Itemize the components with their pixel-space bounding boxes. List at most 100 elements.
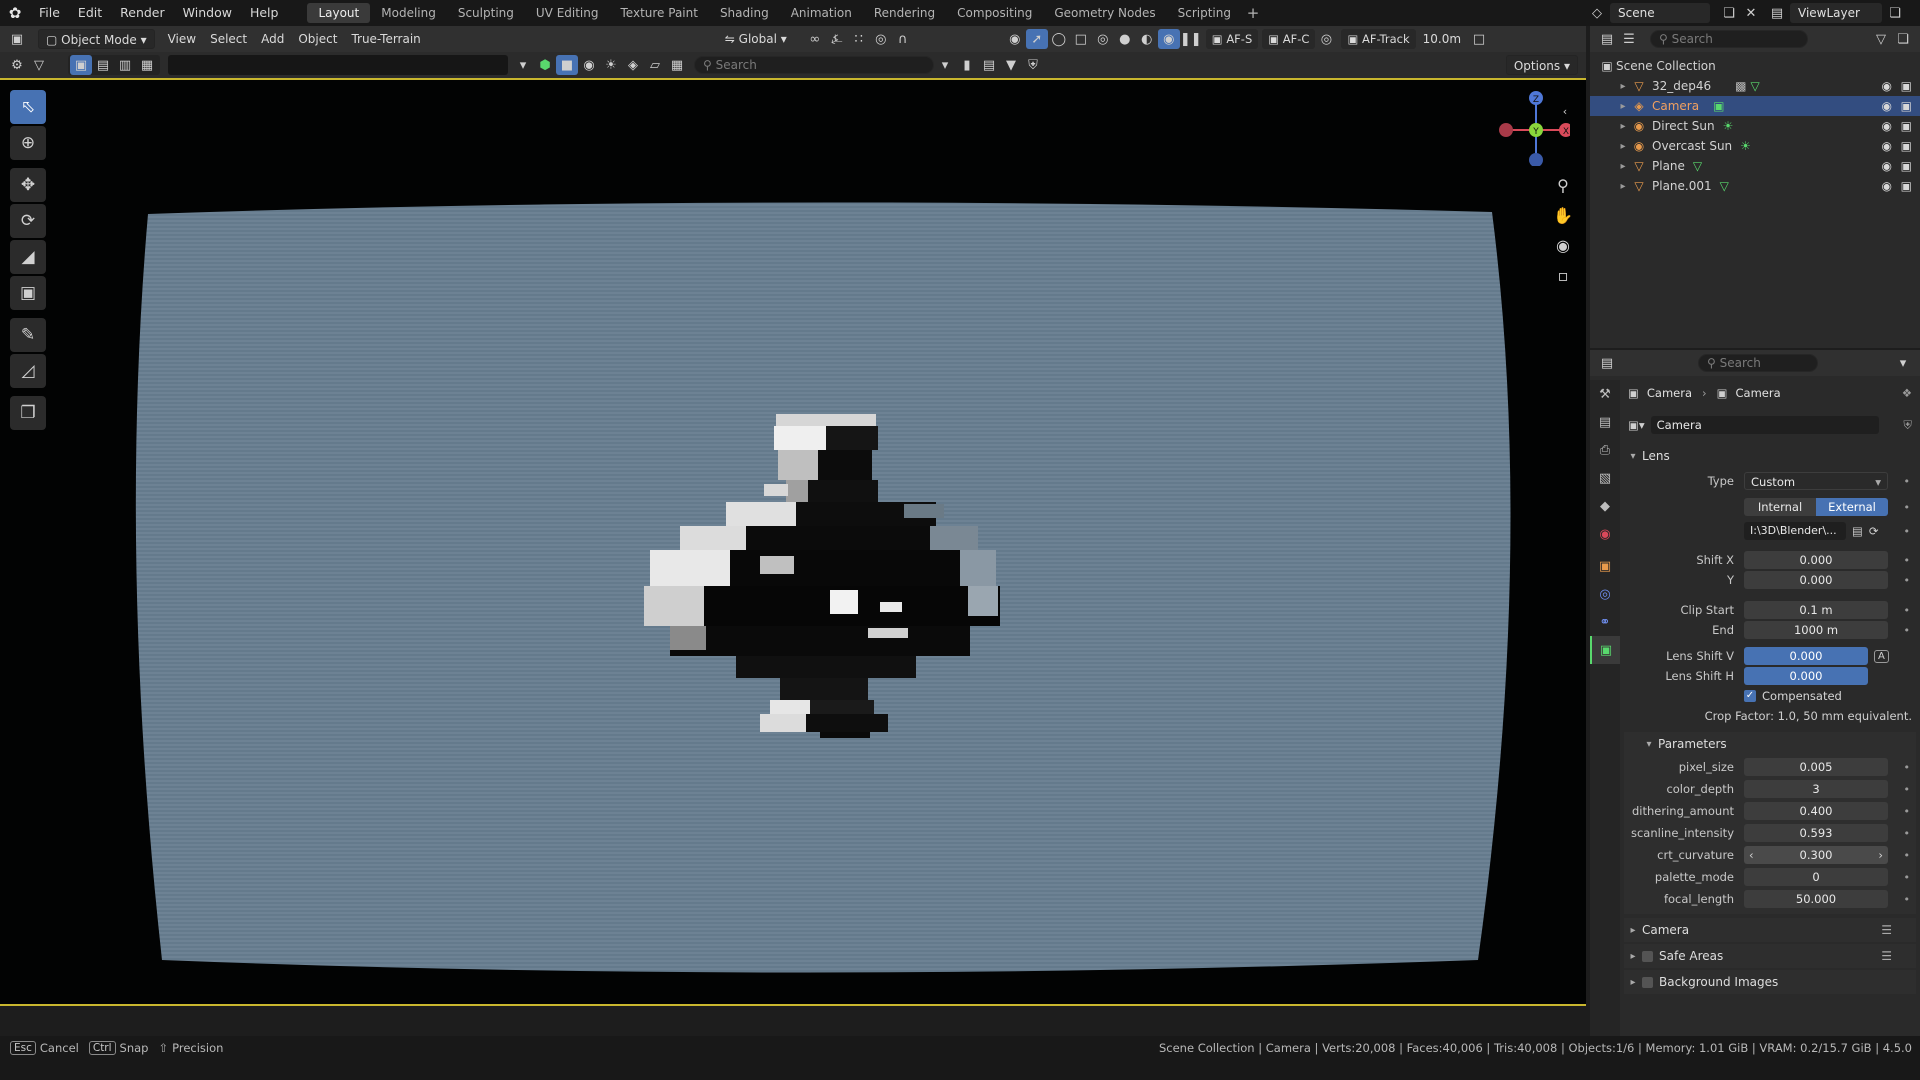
zoom-icon[interactable]: ⚲ (1550, 172, 1576, 198)
shading-rendered-icon[interactable]: ◉ (1157, 29, 1180, 49)
clip-end-field[interactable]: 1000 m (1744, 621, 1888, 639)
add-cube-tool-icon[interactable]: ❐ (10, 396, 46, 430)
delete-scene-icon[interactable]: ✕ (1740, 3, 1762, 23)
menu-view[interactable]: View (161, 29, 203, 49)
presets-icon[interactable]: ☰ (1881, 923, 1892, 937)
visibility-eye-icon[interactable]: ◉ (1882, 99, 1892, 113)
menu-render[interactable]: Render (111, 0, 174, 26)
external-button[interactable]: External (1816, 498, 1888, 516)
param-field[interactable]: 0 (1744, 868, 1888, 886)
filter-empty-icon[interactable]: ▱ (644, 55, 666, 75)
display-mode-icon[interactable]: ☰ (1618, 29, 1640, 49)
scene-icon[interactable]: ◇ (1586, 3, 1608, 23)
camera-data-icon[interactable]: ▣▾ (1628, 418, 1645, 432)
funnel-icon[interactable]: ▼ (1000, 55, 1022, 75)
increment-arrow-icon[interactable]: › (1878, 846, 1883, 864)
select-new-icon[interactable]: ▣ (70, 55, 92, 75)
select-extend-icon[interactable]: ▤ (92, 55, 114, 75)
filter-icon[interactable]: ▽ (28, 55, 50, 75)
expand-arrow-icon[interactable]: ▸ (1616, 161, 1630, 172)
parameters-section-header[interactable]: ▾ Parameters (1624, 732, 1916, 756)
search-dropdown-icon[interactable]: ▾ (934, 55, 956, 75)
scene-collection-row[interactable]: ▣ Scene Collection (1590, 56, 1920, 76)
new-view-layer-icon[interactable]: ❏ (1884, 3, 1906, 23)
collapse-arrow-icon[interactable]: ‹ (1552, 98, 1578, 124)
properties-search-input[interactable]: ⚲ Search (1698, 354, 1818, 372)
visibility-eye-icon[interactable]: ◉ (1882, 79, 1892, 93)
view-layer-selector[interactable]: ViewLayer (1790, 3, 1882, 23)
measure-tool-icon[interactable]: ◿ (10, 354, 46, 388)
keyframe-dot-icon[interactable]: • (1904, 525, 1911, 538)
param-field[interactable]: 0.593 (1744, 824, 1888, 842)
reload-icon[interactable]: ⟳ (1869, 524, 1879, 538)
cursor-tool-icon[interactable]: ⊕ (10, 126, 46, 160)
menu-true-terrain[interactable]: True-Terrain (344, 29, 427, 49)
safe-areas-checkbox[interactable] (1642, 950, 1653, 962)
select-subtract-icon[interactable]: ▥ (114, 55, 136, 75)
snap-icon[interactable]: ⍼ (826, 29, 848, 49)
keyframe-dot-icon[interactable]: • (1904, 501, 1911, 514)
options-button[interactable]: Options ▾ (1505, 55, 1578, 75)
compensated-checkbox[interactable]: ✓ (1744, 690, 1756, 702)
xray-icon[interactable]: □ (1070, 29, 1092, 49)
tab-tool-icon[interactable]: ⚒ (1590, 380, 1620, 408)
auto-a-button[interactable]: A (1874, 649, 1889, 663)
outliner-search-input[interactable]: ⚲ Search (1650, 30, 1808, 48)
view-layer-icon[interactable]: ▤ (1766, 3, 1788, 23)
lens-shift-h-field[interactable]: 0.000 (1744, 667, 1868, 685)
outliner-filter-icon[interactable]: ▽ (1870, 29, 1892, 49)
pan-hand-icon[interactable]: ✋ (1550, 202, 1576, 228)
lens-shift-v-field[interactable]: 0.000 (1744, 647, 1868, 665)
view-options-icon[interactable]: ▤ (978, 55, 1000, 75)
menu-edit[interactable]: Edit (69, 0, 111, 26)
transform-tool-icon[interactable]: ▣ (10, 276, 46, 310)
visibility-eye-icon[interactable]: ◉ (1882, 119, 1892, 133)
visibility-eye-icon[interactable]: ◉ (1882, 179, 1892, 193)
blender-logo-icon[interactable]: ✿ (0, 0, 30, 26)
3d-viewport[interactable]: ⬁ ⊕ ✥ ⟳ ◢ ▣ ✎ ◿ ❐ Z X Y ‹ ⚲ ✋ ◉ ▫ (0, 78, 1586, 1006)
filter-camera-icon[interactable]: ◈ (622, 55, 644, 75)
render-camera-icon[interactable]: ▣ (1901, 139, 1912, 153)
render-camera-icon[interactable]: ▣ (1901, 159, 1912, 173)
object-type-icon[interactable]: ⬢ (534, 55, 556, 75)
shift-y-field[interactable]: 0.000 (1744, 571, 1888, 589)
new-scene-icon[interactable]: ❏ (1718, 3, 1740, 23)
keyframe-dot-icon[interactable]: • (1904, 604, 1911, 617)
bookmark-icon[interactable]: ▮ (956, 55, 978, 75)
overlay-icon[interactable]: ◯ (1048, 29, 1070, 49)
new-collection-icon[interactable]: ❏ (1892, 29, 1914, 49)
gizmo-toggle-icon[interactable]: ➚ (1025, 29, 1048, 49)
pin-icon[interactable]: ❖ (1902, 386, 1912, 400)
shading-material-icon[interactable]: ◐ (1136, 29, 1158, 49)
transform-orientation-selector[interactable]: ⇋ Global ▾ (718, 29, 794, 49)
background-images-checkbox[interactable] (1642, 976, 1653, 988)
render-camera-icon[interactable]: ▣ (1901, 99, 1912, 113)
param-field[interactable]: 0.005 (1744, 758, 1888, 776)
shield-icon[interactable]: ⛨ (1022, 55, 1044, 75)
tab-camera-data-icon[interactable]: ▣ (1590, 636, 1620, 664)
tab-view-layer-icon[interactable]: ▧ (1590, 464, 1620, 492)
expand-arrow-icon[interactable]: ▸ (1616, 81, 1630, 92)
visibility-icon[interactable]: ◉ (1004, 29, 1026, 49)
properties-editor-icon[interactable]: ▤ (1596, 353, 1618, 373)
af-s-button[interactable]: ▣ AF-S (1205, 29, 1259, 49)
menu-help[interactable]: Help (241, 0, 288, 26)
filter-curve-icon[interactable]: ◉ (578, 55, 600, 75)
menu-window[interactable]: Window (174, 0, 241, 26)
outliner-item-32-dep46[interactable]: ▸ ▽ 32_dep46 ▩ ▽ ◉ ▣ (1590, 76, 1920, 96)
keyframe-dot-icon[interactable]: • (1904, 761, 1911, 774)
rotate-tool-icon[interactable]: ⟳ (10, 204, 46, 238)
keyframe-dot-icon[interactable]: • (1904, 783, 1911, 796)
keyframe-dot-icon[interactable]: • (1904, 805, 1911, 818)
keyframe-dot-icon[interactable]: • (1904, 827, 1911, 840)
keyframe-dot-icon[interactable]: • (1904, 554, 1911, 567)
pause-icon[interactable]: ❚❚ (1180, 29, 1202, 49)
outliner-item-direct-sun[interactable]: ▸ ◉ Direct Sun ☀ ◉ ▣ (1590, 116, 1920, 136)
camera-frame-icon[interactable]: □ (1468, 29, 1490, 49)
outliner-editor-icon[interactable]: ▤ (1596, 29, 1618, 49)
falloff-icon[interactable]: ∩ (892, 29, 914, 49)
filter-light-icon[interactable]: ☀ (600, 55, 622, 75)
render-camera-icon[interactable]: ▣ (1901, 79, 1912, 93)
tab-texture-paint[interactable]: Texture Paint (610, 3, 709, 23)
shift-x-field[interactable]: 0.000 (1744, 551, 1888, 569)
